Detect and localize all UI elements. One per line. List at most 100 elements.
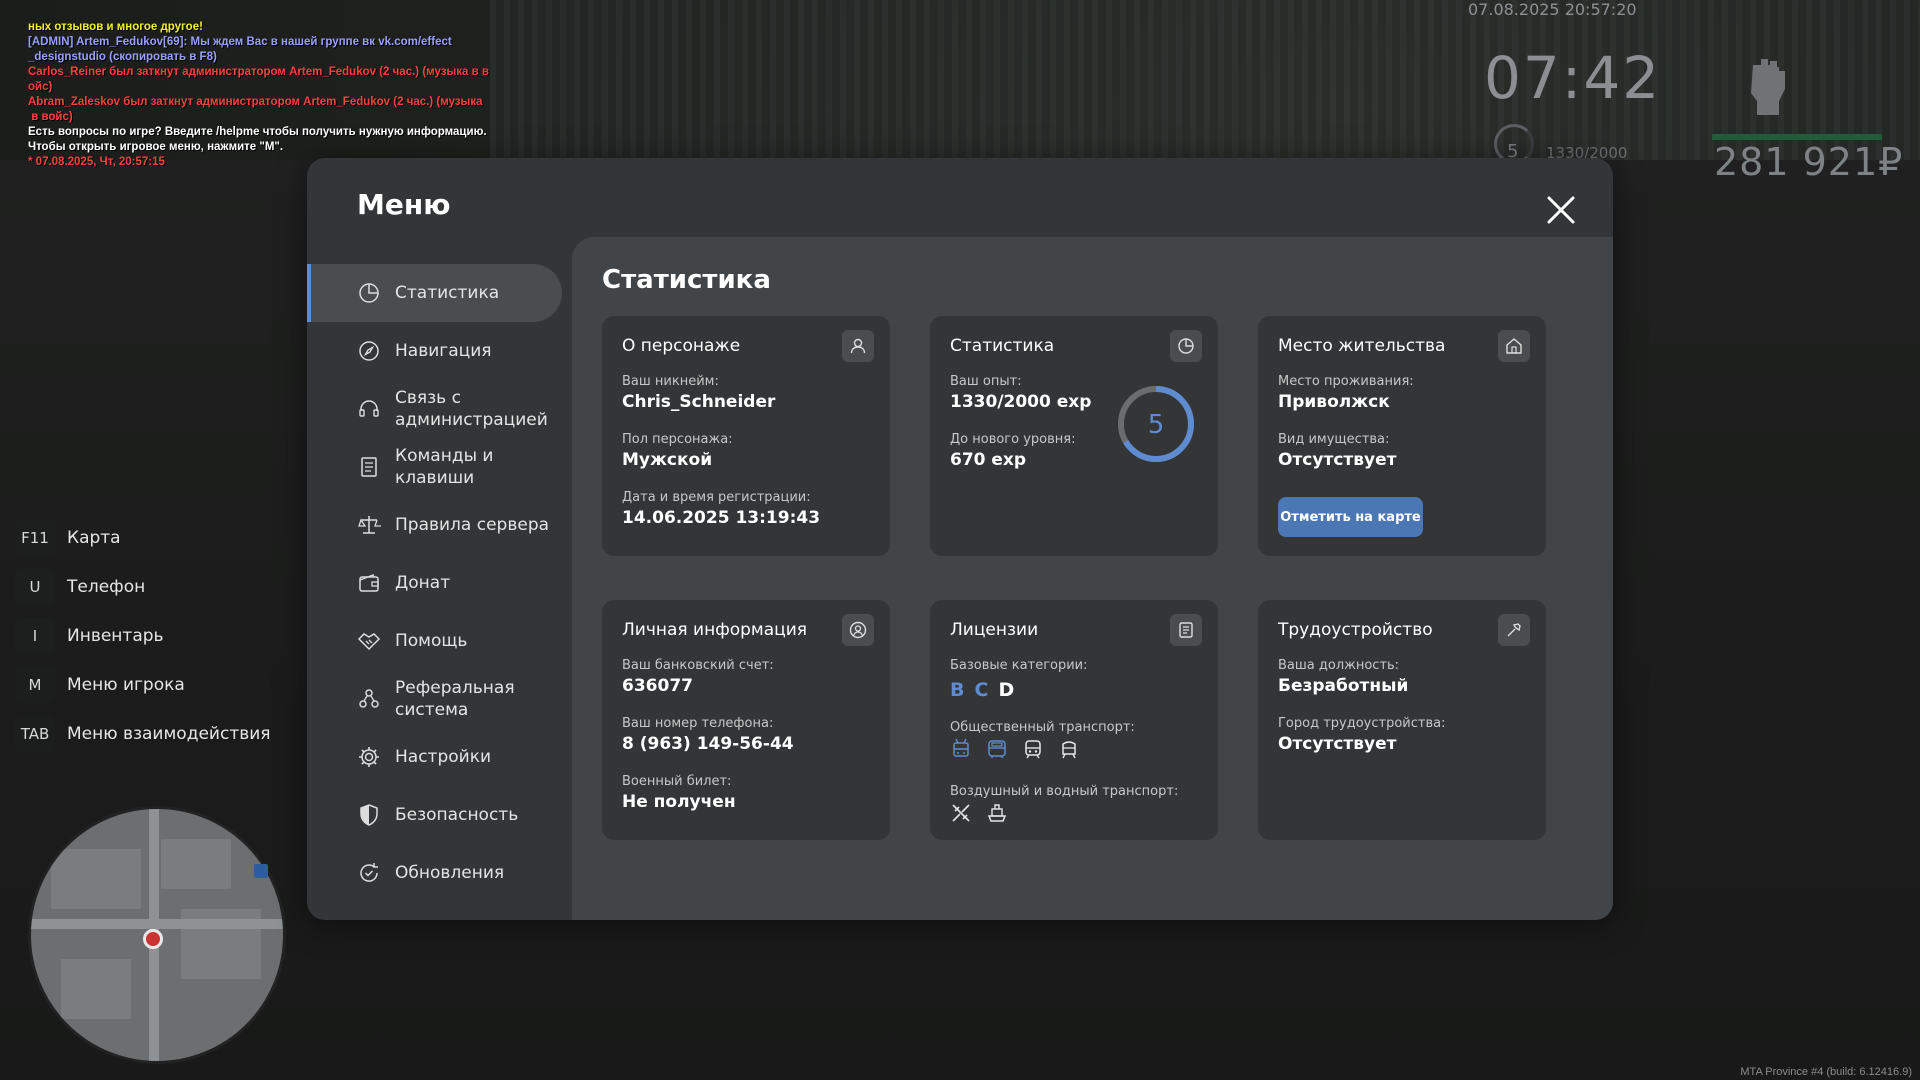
train-icon (1025, 740, 1041, 759)
sidebar-item-label: Статистика (395, 283, 500, 303)
sidebar-item-stats[interactable]: Статистика (307, 264, 562, 322)
registration-label: Дата и время регистрации: (622, 490, 811, 505)
sidebar-item-label: Навигация (395, 341, 492, 361)
sidebar-item-refresh[interactable]: Обновления (307, 844, 572, 902)
chat-line: Abram_Zaleskov был заткнут администратор… (28, 96, 483, 108)
hotkey-key: U (15, 569, 55, 605)
boat-icon (987, 804, 1007, 822)
property-label: Вид имущества: (1278, 432, 1390, 447)
card-title: Статистика (950, 336, 1055, 356)
game-menu: Меню Статистика Навигация Связь с админист… (307, 158, 1613, 920)
menu-sidebar: Статистика Навигация Связь с администрацие… (307, 264, 572, 902)
phone-value: 8 (963) 149-56-44 (622, 734, 794, 754)
sidebar-item-label: Обновления (395, 863, 505, 883)
hotkey-label: Меню взаимодействия (67, 724, 271, 744)
public-transport-label: Общественный транспорт: (950, 720, 1135, 735)
refresh-icon (360, 863, 378, 882)
registration-value: 14.06.2025 13:19:43 (622, 508, 821, 528)
card-personal-info: Личная информация Ваш банковский счет: 6… (602, 600, 890, 840)
air-water-transport-icons (950, 802, 1008, 824)
hotkey-phone[interactable]: U Телефон (15, 569, 271, 605)
hotkey-key: M (15, 667, 55, 703)
position-label: Ваша должность: (1278, 658, 1400, 673)
content-title: Статистика (602, 265, 771, 295)
level-number: 5 (1148, 410, 1165, 440)
sidebar-item-gear[interactable]: Настройки (307, 728, 572, 786)
shield-icon (360, 804, 378, 826)
plane-icon (952, 804, 970, 822)
menu-title: Меню (357, 188, 451, 221)
military-id-value: Не получен (622, 792, 736, 812)
sidebar-item-referral[interactable]: Реферальная система (307, 670, 572, 728)
license-category: D (998, 679, 1015, 701)
fist-icon (1751, 59, 1785, 115)
sidebar-item-label: Донат (395, 573, 451, 593)
xp-value: 1330/2000 exp (950, 392, 1092, 412)
minimap-block (161, 839, 231, 889)
hotkey-player-menu[interactable]: M Меню игрока (15, 667, 271, 703)
sidebar-item-handshake[interactable]: Помощь (307, 612, 572, 670)
hotkey-inventory[interactable]: I Инвентарь (15, 618, 271, 654)
license-category: B (950, 679, 965, 701)
next-level-label: До нового уровня: (950, 432, 1076, 447)
build-version: MTA Province #4 (build: 6.12416.9) (1740, 1066, 1912, 1078)
sidebar-item-compass[interactable]: Навигация (307, 322, 572, 380)
sidebar-item-shield[interactable]: Безопасность (307, 786, 572, 844)
stats-icon (1170, 330, 1202, 362)
card-residence: Место жительства Место проживания: Приво… (1258, 316, 1546, 556)
sidebar-item-label: Команды и клавиши (395, 446, 494, 488)
card-character: О персонаже Ваш никнейм: Chris_Schneider… (602, 316, 890, 556)
hotkey-key: TAB (15, 716, 55, 752)
hud-datetime: 07.08.2025 20:57:20 (1468, 0, 1637, 19)
hotkey-label: Карта (67, 528, 121, 548)
sidebar-item-label: Безопасность (395, 805, 519, 825)
sidebar-item-document[interactable]: Команды и клавиши (307, 438, 572, 496)
hammer-icon (1498, 614, 1530, 646)
compass-icon (359, 341, 379, 361)
stats-icon (359, 283, 379, 303)
sidebar-item-headset[interactable]: Связь с администрацией (307, 380, 572, 438)
card-title: О персонаже (622, 336, 741, 356)
minimap[interactable] (28, 806, 286, 1064)
chat-line: Carlos_Reiner был заткнут администраторо… (28, 66, 489, 78)
chat-line: _designstudio (скопировать в F8) (28, 51, 217, 63)
sidebar-item-wallet[interactable]: Донат (307, 554, 572, 612)
id-card-icon (1170, 614, 1202, 646)
card-licenses: Лицензии Базовые категории: BCD Обществе… (930, 600, 1218, 840)
sidebar-item-label: Правила сервера (395, 515, 550, 535)
chat-log: ных отзывов и многое другое! [ADMIN] Arte… (28, 20, 508, 170)
trolleybus-icon (953, 738, 969, 757)
gender-label: Пол персонажа: (622, 432, 733, 447)
hud-clock: 07:42 (1484, 44, 1662, 112)
tram-icon (1062, 741, 1076, 759)
sidebar-item-scales[interactable]: Правила сервера (307, 496, 572, 554)
card-stats: Статистика Ваш опыт: 1330/2000 exp До но… (930, 316, 1218, 556)
hud-money: 281 921₽ (1714, 140, 1904, 184)
hotkey-label: Меню игрока (67, 675, 185, 695)
referral-icon (359, 689, 379, 708)
hotkey-map[interactable]: F11 Карта (15, 520, 271, 556)
level-progress-ring: 5 (1118, 386, 1194, 462)
chat-line: в войс) (28, 111, 73, 123)
sidebar-item-label: Помощь (395, 631, 468, 651)
hotkey-key: I (15, 618, 55, 654)
mark-on-map-button[interactable]: Отметить на карте (1278, 497, 1423, 537)
base-categories-label: Базовые категории: (950, 658, 1088, 673)
property-value: Отсутствует (1278, 450, 1397, 470)
chat-line: [ADMIN] Artem_Fedukov[69]: Мы ждем Вас в… (28, 36, 452, 48)
sidebar-item-label: Связь с администрацией (395, 388, 548, 430)
phone-label: Ваш номер телефона: (622, 716, 774, 731)
bank-account-label: Ваш банковский счет: (622, 658, 774, 673)
gear-icon (359, 747, 379, 767)
military-id-label: Военный билет: (622, 774, 732, 789)
public-transport-icons (950, 738, 1080, 760)
chat-line: ных отзывов и многое другое! (28, 21, 203, 33)
user-icon (842, 330, 874, 362)
hotkey-label: Инвентарь (67, 626, 164, 646)
scales-icon (358, 516, 381, 534)
minimap-block (61, 959, 131, 1019)
close-icon[interactable] (1545, 194, 1577, 226)
hotkey-interaction-menu[interactable]: TAB Меню взаимодействия (15, 716, 271, 752)
wallet-icon (359, 574, 379, 592)
menu-content: Статистика О персонаже Ваш никнейм: Chri… (572, 237, 1613, 920)
